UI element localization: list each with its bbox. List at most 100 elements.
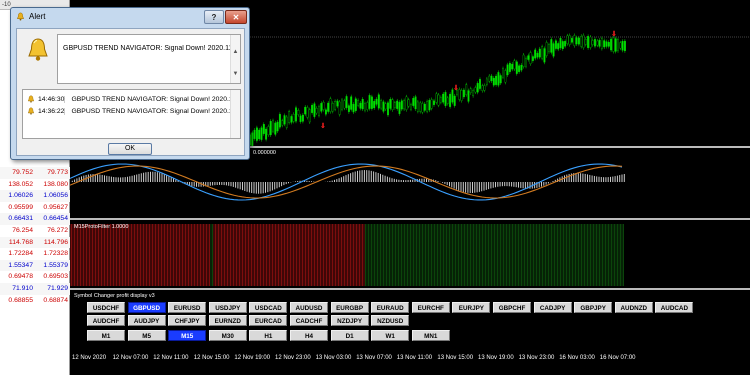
timeframe-button-m5[interactable]: M5 [127, 330, 166, 341]
timeframe-button-h1[interactable]: H1 [249, 330, 288, 341]
candle-body [623, 40, 626, 52]
bell-icon [17, 12, 24, 21]
timeframe-button-d1[interactable]: D1 [330, 330, 369, 341]
history-scrollbar[interactable] [230, 90, 240, 138]
candle-body [343, 100, 346, 109]
quote-ask: 76.272 [47, 227, 68, 234]
bell-icon [27, 95, 35, 103]
candle-body [483, 85, 486, 91]
timeframe-button-mn1[interactable]: MN1 [411, 330, 450, 341]
history-row[interactable]: 14:46:30 GBPUSD TREND NAVIGATOR: Signal D… [24, 93, 238, 105]
symbol-button-gbpusd[interactable]: GBPUSD [127, 302, 166, 313]
symbol-button-euraud[interactable]: EURAUD [371, 302, 410, 313]
symbol-button-usdchf[interactable]: USDCHF [87, 302, 125, 313]
candle-body [430, 99, 433, 109]
chart-separator[interactable] [70, 218, 750, 220]
candle-body [515, 61, 518, 74]
candle-body [301, 114, 304, 122]
timeframe-button-m1[interactable]: M1 [87, 330, 125, 341]
symbol-button-chfjpy[interactable]: CHFJPY [168, 315, 207, 326]
candle-body [393, 102, 396, 108]
candle-body [536, 53, 539, 58]
candle-body [405, 96, 408, 110]
candle-body [492, 77, 495, 86]
candle-body [573, 35, 576, 46]
candle-body [320, 103, 323, 112]
quote-row[interactable]: 71.910 71.929 [0, 283, 70, 295]
alert-message-box[interactable]: GBPUSD TREND NAVIGATOR: Signal Down! 202… [57, 34, 241, 84]
candle-body [479, 79, 481, 89]
scroll-down-icon[interactable]: ▼ [231, 71, 240, 77]
scroll-up-icon[interactable]: ▲ [231, 49, 240, 55]
timeframe-button-w1[interactable]: W1 [371, 330, 410, 341]
candle-body [582, 35, 585, 48]
symbol-button-eurnzd[interactable]: EURNZD [208, 315, 247, 326]
candle-body [375, 98, 378, 105]
symbol-button-nzdjpy[interactable]: NZDJPY [330, 315, 369, 326]
quote-row[interactable]: 0.95599 0.95627 [0, 202, 70, 214]
candle-body [488, 75, 491, 82]
timeframe-button-m15[interactable]: M15 [168, 330, 207, 341]
alert-history-list[interactable]: 14:46:30 GBPUSD TREND NAVIGATOR: Signal D… [22, 89, 241, 139]
candle-body [485, 78, 488, 85]
candle-body [499, 75, 502, 84]
filter-label: M15ProtoFilter 1.0000 [74, 224, 129, 230]
candle-body [251, 132, 254, 146]
symbol-button-eurusd[interactable]: EURUSD [168, 302, 207, 313]
candle-body [596, 40, 599, 46]
candle-body [304, 106, 307, 115]
symbol-button-audchf[interactable]: AUDCHF [87, 315, 125, 326]
quote-row[interactable]: 138.052 138.080 [0, 179, 70, 191]
symbol-button-cadjpy[interactable]: CADJPY [533, 302, 572, 313]
quote-bid: 71.910 [12, 285, 33, 292]
candle-body [269, 121, 272, 136]
history-row[interactable]: 14:36:22 GBPUSD TREND NAVIGATOR: Signal D… [24, 105, 238, 117]
signal-marker: ⇓ [320, 122, 326, 130]
quote-row[interactable]: 1.06026 1.06056 [0, 190, 70, 202]
candle-body [364, 103, 366, 111]
quote-row[interactable]: 76.254 76.272 [0, 225, 70, 237]
candle-body [531, 56, 534, 61]
symbol-button-cadchf[interactable]: CADCHF [290, 315, 328, 326]
time-axis-label: 13 Nov 07:00 [356, 355, 392, 361]
quote-row[interactable]: 0.69478 0.69503 [0, 271, 70, 283]
help-button[interactable]: ? [204, 10, 224, 24]
quote-row[interactable]: 79.752 79.773 [0, 167, 70, 179]
quote-row[interactable]: 114.768 114.796 [0, 236, 70, 249]
quote-row[interactable]: 0.68855 0.68874 [0, 295, 70, 307]
candle-body [449, 94, 452, 107]
candle-body [541, 46, 544, 59]
symbol-button-audnzd[interactable]: AUDNZD [614, 302, 653, 313]
chart-separator[interactable] [70, 288, 750, 290]
symbol-button-nzdusd[interactable]: NZDUSD [371, 315, 410, 326]
candle-body [511, 63, 514, 70]
quote-ask: 1.72328 [43, 250, 68, 258]
symbol-button-eurcad[interactable]: EURCAD [249, 315, 288, 326]
candle-body [258, 129, 261, 140]
quote-row[interactable]: 1.72284 1.72328 [0, 248, 70, 260]
timeframe-button-h4[interactable]: H4 [290, 330, 328, 341]
candle-body [377, 94, 380, 109]
symbol-button-gbpchf[interactable]: GBPCHF [493, 302, 531, 313]
candle-body [255, 127, 258, 141]
candle-body [554, 40, 557, 49]
time-axis-label: 13 Nov 19:00 [478, 355, 514, 361]
close-button[interactable]: ✕ [225, 10, 247, 24]
symbol-button-eurjpy[interactable]: EURJPY [452, 302, 491, 313]
symbol-button-audcad[interactable]: AUDCAD [655, 302, 694, 313]
candle-body [347, 105, 350, 112]
ok-button[interactable]: OK [108, 143, 152, 155]
symbol-button-gbpjpy[interactable]: GBPJPY [574, 302, 613, 313]
quote-row[interactable]: 0.66431 0.66454 [0, 213, 70, 225]
message-scrollbar[interactable]: ▲ ▼ [230, 35, 240, 83]
quote-row[interactable]: 1.55347 1.55379 [0, 259, 70, 272]
symbol-button-audjpy[interactable]: AUDJPY [127, 315, 166, 326]
symbol-button-audusd[interactable]: AUDUSD [290, 302, 328, 313]
timeframe-button-m30[interactable]: M30 [208, 330, 247, 341]
symbol-button-usdcad[interactable]: USDCAD [249, 302, 288, 313]
candle-body [474, 87, 477, 93]
symbol-button-usdjpy[interactable]: USDJPY [208, 302, 247, 313]
symbol-button-eurgbp[interactable]: EURGBP [330, 302, 369, 313]
symbol-button-eurchf[interactable]: EURCHF [411, 302, 450, 313]
candle-body [435, 93, 438, 103]
